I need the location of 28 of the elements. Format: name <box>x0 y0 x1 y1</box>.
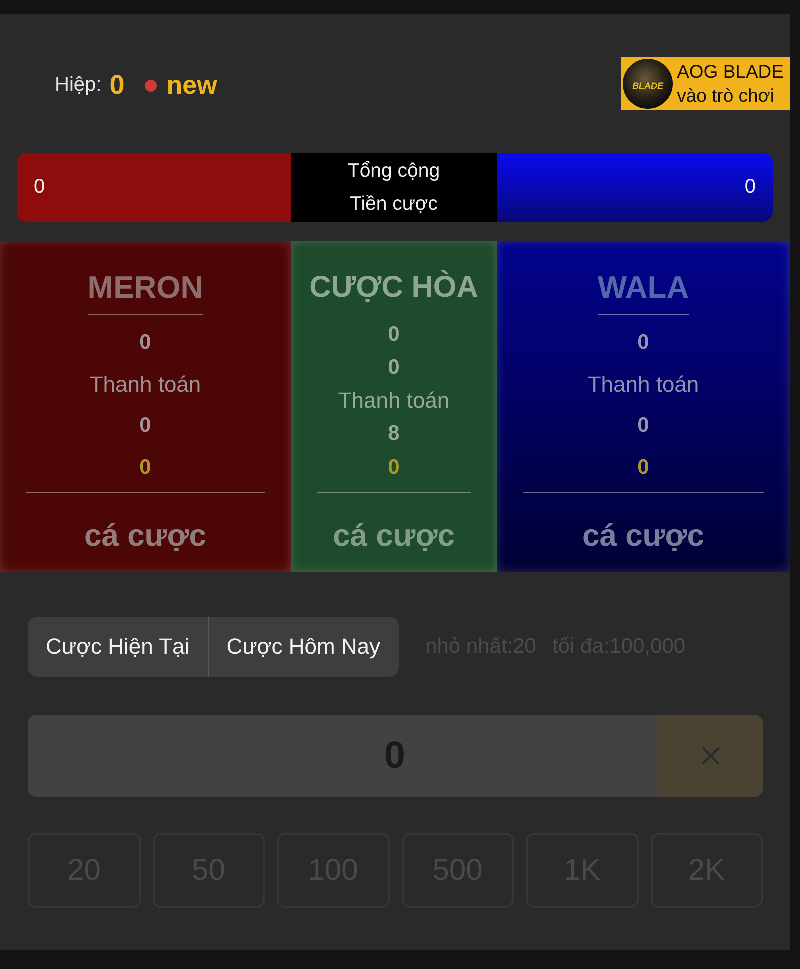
side-title: MERON <box>88 270 204 315</box>
round-number: 0 <box>110 70 125 101</box>
clear-button[interactable] <box>658 715 763 797</box>
payout-value: 0 <box>140 413 152 440</box>
game-link-button[interactable]: BLADE AOG BLADE vào trò chơi <box>621 57 790 110</box>
my-bet-value: 0 <box>388 454 400 480</box>
payout-label: Thanh toán <box>90 372 202 398</box>
bet-amount: 0 <box>638 330 650 356</box>
payout-label: Thanh toán <box>338 388 450 414</box>
round-label: Hiệp: <box>55 74 102 97</box>
payout-label: Thanh toán <box>588 372 700 398</box>
bet-amount: 0 <box>388 355 400 382</box>
side-title: CƯỢC HÒA <box>310 270 478 306</box>
close-icon <box>700 746 720 766</box>
bet-amount: 0 <box>140 330 152 356</box>
my-bet-value: 0 <box>638 454 650 480</box>
side-title: WALA <box>598 270 690 315</box>
game-logo: BLADE <box>623 58 674 108</box>
meron-total: 0 <box>17 153 291 222</box>
payout-value: 0 <box>638 413 650 440</box>
my-bet-value: 0 <box>140 454 152 480</box>
history-button[interactable]: Cược Hôm Nay <box>208 617 399 677</box>
total-bets-label: Tổng cộng Tiền cược <box>291 153 497 222</box>
round-status: new <box>166 70 218 101</box>
status-dot-icon <box>144 80 157 92</box>
payout-value: 8 <box>388 421 400 448</box>
bet-amount: 0 <box>388 322 400 348</box>
wala-total: 0 <box>497 153 773 222</box>
